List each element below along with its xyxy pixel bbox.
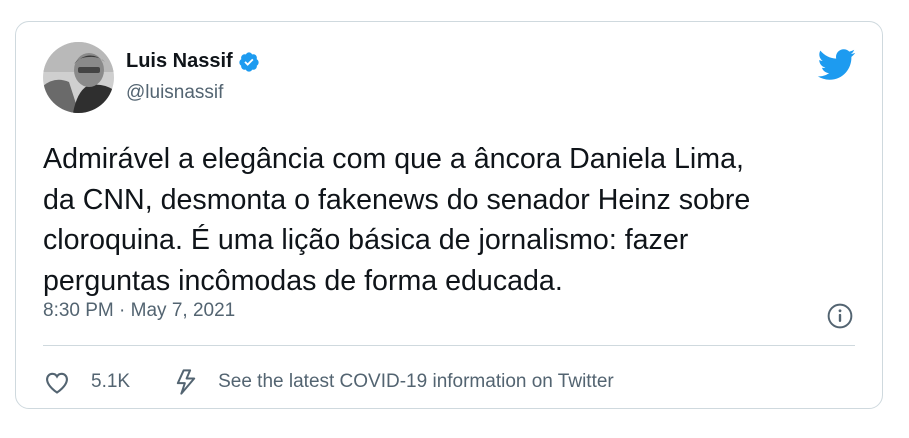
tweet-actions: 5.1K See the latest COVID-19 information…: [43, 368, 614, 396]
covid-info-link[interactable]: See the latest COVID-19 information on T…: [174, 368, 614, 396]
covid-info-text: See the latest COVID-19 information on T…: [218, 371, 614, 392]
author-name: Luis Nassif: [126, 50, 233, 72]
info-icon[interactable]: [827, 303, 853, 329]
tweet-timestamp: 8:30 PM · May 7, 2021: [43, 300, 235, 322]
tweet-card: Luis Nassif @luisnassif Admirável a eleg…: [15, 21, 883, 409]
timestamp-separator: ·: [119, 300, 126, 321]
verified-badge-icon: [239, 51, 259, 72]
divider: [43, 345, 855, 346]
tweet-time[interactable]: 8:30 PM: [43, 300, 114, 321]
tweet-date[interactable]: May 7, 2021: [131, 300, 236, 321]
author-handle[interactable]: @luisnassif: [126, 82, 223, 104]
heart-icon: [46, 372, 68, 394]
tweet-text: Admirável a elegância com que a âncora D…: [43, 143, 751, 297]
avatar[interactable]: [43, 42, 114, 113]
avatar-image: [43, 42, 114, 113]
lightning-icon: [176, 369, 196, 395]
like-button[interactable]: 5.1K: [43, 368, 130, 396]
author-name-row[interactable]: Luis Nassif: [126, 50, 260, 73]
like-count: 5.1K: [91, 371, 131, 392]
twitter-bird-icon[interactable]: [816, 48, 856, 81]
